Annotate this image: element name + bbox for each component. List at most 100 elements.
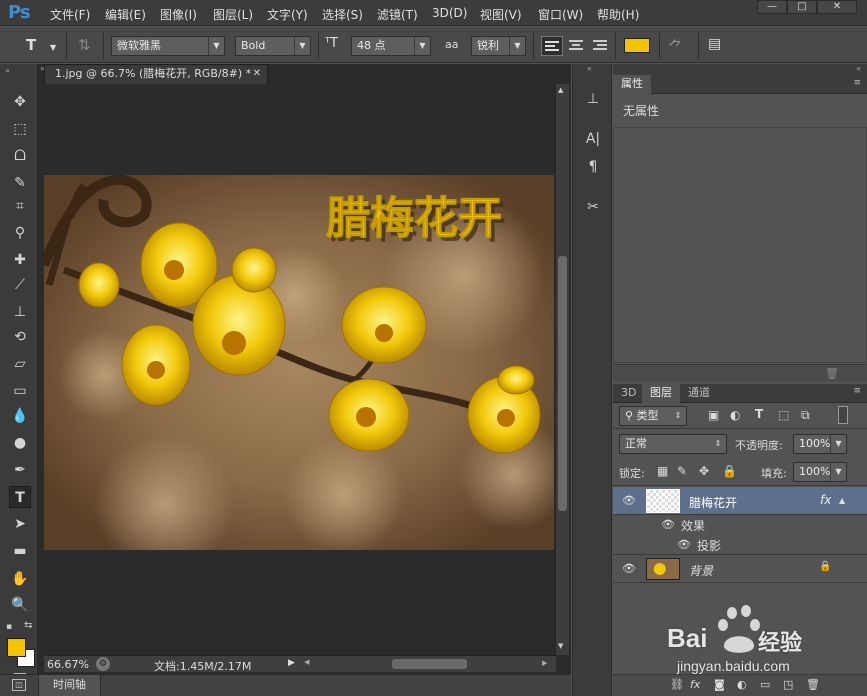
font-size-select[interactable]: 48 点 ▼ [351, 36, 431, 56]
layer-effect-drop-shadow[interactable]: 👁 投影 [613, 535, 867, 555]
warp-text-icon[interactable]: ⺈ [668, 36, 683, 57]
minimize-button[interactable]: — [757, 0, 787, 14]
scroll-down-icon[interactable]: ▼ [558, 642, 563, 650]
paragraph-icon[interactable]: ¶ [581, 156, 605, 178]
dodge-tool-icon[interactable]: ● [9, 432, 31, 454]
timeline-tab[interactable]: 时间轴 [38, 675, 101, 696]
path-selection-tool-icon[interactable]: ➤ [9, 513, 31, 535]
collapse-icon[interactable]: » [5, 66, 10, 75]
font-family-select[interactable]: 微软雅黑 ▼ [111, 36, 225, 56]
align-left-button[interactable] [541, 36, 563, 56]
tab-properties[interactable]: 属性 [613, 75, 651, 94]
menu-filter[interactable]: 滤镜(T) [377, 6, 418, 23]
text-color-swatch[interactable] [624, 38, 650, 53]
menu-view[interactable]: 视图(V) [480, 6, 522, 23]
tab-channels[interactable]: 通道 [680, 384, 718, 403]
lasso-tool-icon[interactable]: ᗝ [9, 145, 31, 167]
quick-select-tool-icon[interactable]: ✎ [9, 172, 31, 194]
font-style-select[interactable]: Bold ▼ [235, 36, 311, 56]
filter-adjust-icon[interactable]: ◐ [730, 408, 740, 422]
layer-row-background[interactable]: 👁 背景 🔒 [613, 555, 867, 583]
vertical-scroll-thumb[interactable] [558, 256, 567, 511]
visibility-eye-icon[interactable]: 👁 [622, 562, 636, 576]
scroll-left-icon[interactable]: ◀ [304, 658, 309, 666]
layer-row-text[interactable]: 👁 腊梅花开 fx ▲ [613, 487, 867, 515]
marquee-tool-icon[interactable]: ⬚ [9, 118, 31, 140]
menu-3d[interactable]: 3D(D) [432, 6, 467, 20]
default-colors-icon[interactable]: ▪ [6, 622, 12, 632]
opacity-input[interactable]: 100% ▼ [793, 434, 847, 454]
expand-effects-icon[interactable]: ▲ [839, 496, 845, 505]
swap-colors-icon[interactable]: ⇆ [24, 620, 32, 631]
layer-filter-select[interactable]: ⚲ 类型 ⇕ [619, 406, 687, 426]
brush-tool-icon[interactable]: ⟋ [9, 274, 31, 296]
zoom-tool-icon[interactable]: 🔍 [9, 594, 31, 616]
image-canvas[interactable]: 腊梅花开 腊梅花开 [44, 175, 554, 550]
clone-stamp-tool-icon[interactable]: ⊥ [9, 301, 31, 323]
fill-input[interactable]: 100% ▼ [793, 462, 847, 482]
menu-type[interactable]: 文字(Y) [267, 6, 308, 23]
menu-edit[interactable]: 编辑(E) [105, 6, 146, 23]
gradient-tool-icon[interactable]: ▭ [9, 380, 31, 402]
blur-tool-icon[interactable]: 💧 [9, 405, 31, 427]
menu-image[interactable]: 图像(I) [160, 6, 197, 23]
lock-pixels-icon[interactable]: ✎ [677, 464, 687, 478]
status-expand-icon[interactable]: ▶ [288, 658, 295, 668]
tab-3d[interactable]: 3D [613, 384, 644, 403]
panel-menu-icon[interactable]: ≡ [853, 386, 861, 396]
crop-tool-icon[interactable]: ⌗ [9, 195, 31, 217]
history-brush-tool-icon[interactable]: ⟲ [9, 326, 31, 348]
scroll-up-icon[interactable]: ▲ [558, 86, 563, 94]
vertical-scrollbar[interactable]: ▲ ▼ [555, 84, 569, 655]
maximize-button[interactable]: □ [787, 0, 817, 14]
orientation-toggle-icon[interactable]: ⇅ [78, 36, 91, 54]
align-right-button[interactable] [590, 36, 610, 56]
visibility-eye-icon[interactable]: 👁 [622, 494, 636, 508]
visibility-eye-icon[interactable]: 👁 [661, 518, 675, 532]
character-icon[interactable]: A| [581, 128, 605, 150]
menu-select[interactable]: 选择(S) [322, 6, 363, 23]
horizontal-scroll-thumb[interactable] [392, 659, 467, 669]
tab-layers[interactable]: 图层 [642, 384, 680, 403]
type-tool-icon[interactable]: T [9, 486, 31, 508]
menu-layer[interactable]: 图层(L) [213, 6, 253, 23]
collapse-icon[interactable]: « [856, 64, 861, 73]
shape-tool-icon[interactable]: ▬ [9, 540, 31, 562]
layer-effects-row[interactable]: 👁 效果 [613, 515, 867, 535]
chevron-down-icon[interactable]: ▼ [50, 43, 56, 52]
brush-presets-icon[interactable]: ✂ [581, 196, 605, 218]
close-tab-icon[interactable]: ✕ [253, 65, 261, 83]
lock-transparent-icon[interactable]: ▦ [657, 464, 668, 478]
filter-smart-icon[interactable]: ⧉ [801, 408, 810, 423]
filter-shape-icon[interactable]: ⬚ [778, 408, 789, 422]
hand-tool-icon[interactable]: ✋ [9, 568, 31, 590]
blend-mode-select[interactable]: 正常 ⇕ [619, 434, 727, 454]
filter-pixel-icon[interactable]: ▣ [708, 408, 719, 422]
panel-menu-icon[interactable]: ≡ [853, 78, 861, 88]
filter-toggle[interactable] [838, 406, 848, 424]
menu-window[interactable]: 窗口(W) [538, 6, 583, 23]
document-tab[interactable]: 1.jpg @ 66.7% (腊梅花开, RGB/8#) * ✕ [44, 64, 268, 84]
align-center-button[interactable] [566, 36, 586, 56]
pen-tool-icon[interactable]: ✒ [9, 459, 31, 481]
layer-name[interactable]: 腊梅花开 [689, 494, 737, 511]
lock-all-icon[interactable]: 🔒 [722, 464, 737, 478]
eyedropper-tool-icon[interactable]: ⚲ [9, 222, 31, 244]
tool-presets-icon[interactable]: ⊥ [581, 88, 605, 110]
menu-file[interactable]: 文件(F) [50, 6, 90, 23]
layer-name[interactable]: 背景 [689, 562, 713, 579]
type-tool-icon[interactable]: T [26, 36, 36, 54]
timeline-icon[interactable]: ◫ [12, 679, 26, 691]
status-menu-icon[interactable]: ⚙ [96, 657, 110, 671]
lock-position-icon[interactable]: ✥ [699, 464, 709, 478]
menu-help[interactable]: 帮助(H) [597, 6, 639, 23]
zoom-level[interactable]: 66.67% [47, 658, 89, 671]
visibility-eye-icon[interactable]: 👁 [677, 538, 691, 552]
foreground-color-swatch[interactable] [7, 638, 26, 657]
canvas-text[interactable]: 腊梅花开 [326, 193, 503, 245]
character-panel-icon[interactable]: ▤ [708, 36, 721, 52]
scroll-right-icon[interactable]: ▶ [542, 659, 547, 667]
fx-icon[interactable]: fx [820, 493, 831, 507]
antialias-select[interactable]: 锐利 ▼ [471, 36, 526, 56]
eraser-tool-icon[interactable]: ▱ [9, 353, 31, 375]
